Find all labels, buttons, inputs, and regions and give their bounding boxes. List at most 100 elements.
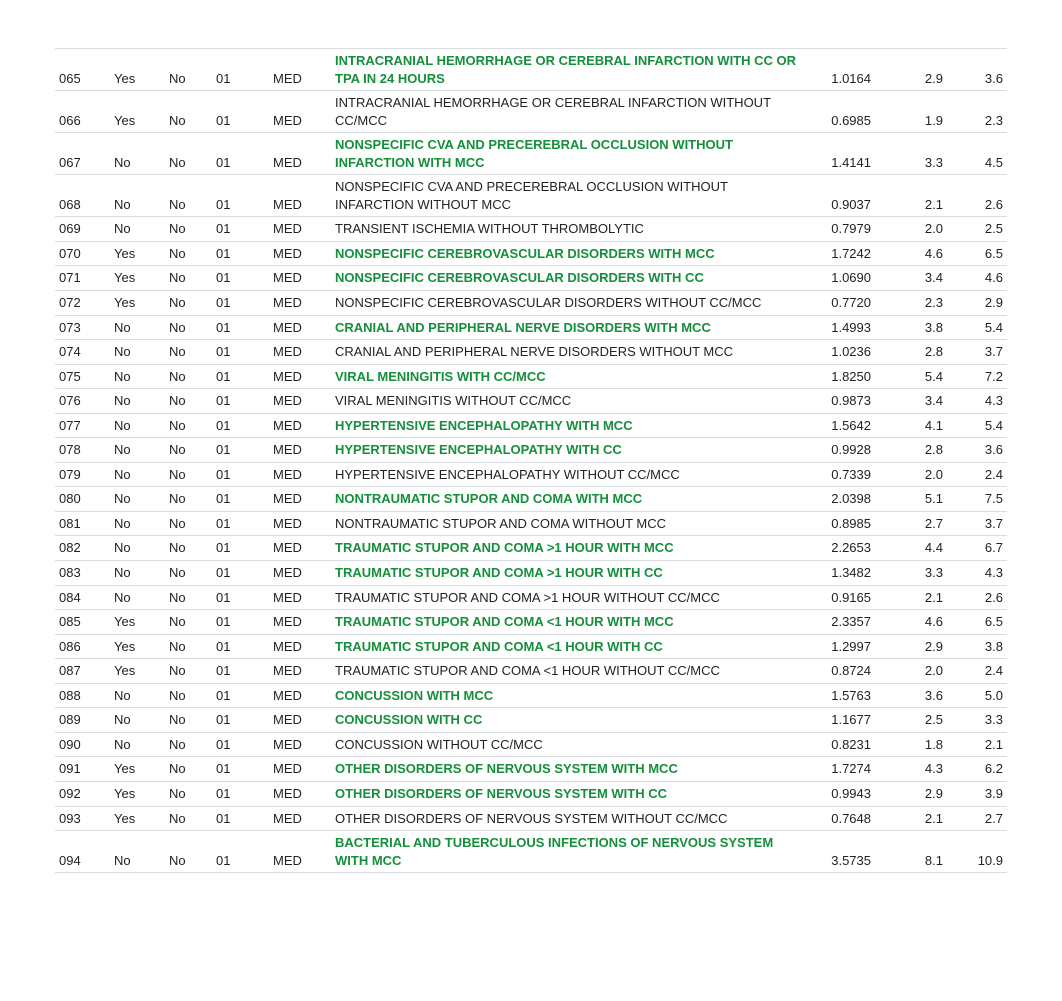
table-row: 077NoNo01MEDHYPERTENSIVE ENCEPHALOPATHY …	[55, 413, 1007, 438]
pmdc-cell: Yes	[110, 241, 165, 266]
weight-cell: 1.0690	[803, 266, 875, 291]
type-cell: MED	[269, 413, 331, 438]
gmlos-cell: 1.9	[875, 91, 947, 133]
pmdc-cell: No	[110, 585, 165, 610]
amlos-cell: 2.7	[947, 806, 1007, 831]
mdc-cell: 01	[212, 291, 269, 316]
type-cell: MED	[269, 364, 331, 389]
weight-cell: 0.7979	[803, 217, 875, 242]
amlos-cell: 4.3	[947, 561, 1007, 586]
amlos-cell: 3.6	[947, 49, 1007, 91]
gmlos-cell: 4.6	[875, 241, 947, 266]
pmdc-cell: Yes	[110, 49, 165, 91]
amlos-cell: 4.3	[947, 389, 1007, 414]
pmdc-cell: No	[110, 708, 165, 733]
table-row: 073NoNo01MEDCRANIAL AND PERIPHERAL NERVE…	[55, 315, 1007, 340]
title-cell: CRANIAL AND PERIPHERAL NERVE DISORDERS W…	[331, 340, 803, 365]
mdc-cell: 01	[212, 133, 269, 175]
title-cell: NONSPECIFIC CEREBROVASCULAR DISORDERS WI…	[331, 241, 803, 266]
spec-cell: No	[165, 536, 212, 561]
gmlos-cell: 2.1	[875, 175, 947, 217]
title-cell: OTHER DISORDERS OF NERVOUS SYSTEM WITH M…	[331, 757, 803, 782]
spec-cell: No	[165, 217, 212, 242]
title-cell: NONSPECIFIC CVA AND PRECEREBRAL OCCLUSIO…	[331, 175, 803, 217]
gmlos-cell: 2.3	[875, 291, 947, 316]
type-cell: MED	[269, 217, 331, 242]
amlos-cell: 2.4	[947, 462, 1007, 487]
type-cell: MED	[269, 291, 331, 316]
spec-cell: No	[165, 831, 212, 873]
type-cell: MED	[269, 511, 331, 536]
table-row: 071YesNo01MEDNONSPECIFIC CEREBROVASCULAR…	[55, 266, 1007, 291]
title-cell: OTHER DISORDERS OF NERVOUS SYSTEM WITHOU…	[331, 806, 803, 831]
title-cell: CRANIAL AND PERIPHERAL NERVE DISORDERS W…	[331, 315, 803, 340]
mdc-cell: 01	[212, 49, 269, 91]
drg-cell: 074	[55, 340, 110, 365]
spec-cell: No	[165, 175, 212, 217]
table-row: 087YesNo01MEDTRAUMATIC STUPOR AND COMA <…	[55, 659, 1007, 684]
amlos-cell: 2.6	[947, 585, 1007, 610]
weight-cell: 0.7648	[803, 806, 875, 831]
amlos-cell: 2.4	[947, 659, 1007, 684]
title-cell: NONSPECIFIC CEREBROVASCULAR DISORDERS WI…	[331, 291, 803, 316]
gmlos-cell: 2.9	[875, 781, 947, 806]
title-cell: TRAUMATIC STUPOR AND COMA >1 HOUR WITH M…	[331, 536, 803, 561]
table-row: 074NoNo01MEDCRANIAL AND PERIPHERAL NERVE…	[55, 340, 1007, 365]
title-cell: INTRACRANIAL HEMORRHAGE OR CEREBRAL INFA…	[331, 91, 803, 133]
mdc-cell: 01	[212, 536, 269, 561]
weight-cell: 1.7274	[803, 757, 875, 782]
pmdc-cell: No	[110, 561, 165, 586]
type-cell: MED	[269, 732, 331, 757]
title-cell: TRANSIENT ISCHEMIA WITHOUT THROMBOLYTIC	[331, 217, 803, 242]
mdc-cell: 01	[212, 585, 269, 610]
gmlos-cell: 1.8	[875, 732, 947, 757]
gmlos-cell: 5.4	[875, 364, 947, 389]
gmlos-cell: 2.0	[875, 217, 947, 242]
weight-cell: 0.6985	[803, 91, 875, 133]
table-row: 082NoNo01MEDTRAUMATIC STUPOR AND COMA >1…	[55, 536, 1007, 561]
drg-cell: 073	[55, 315, 110, 340]
title-cell: NONTRAUMATIC STUPOR AND COMA WITH MCC	[331, 487, 803, 512]
pmdc-cell: Yes	[110, 610, 165, 635]
gmlos-cell: 5.1	[875, 487, 947, 512]
title-cell: TRAUMATIC STUPOR AND COMA >1 HOUR WITHOU…	[331, 585, 803, 610]
weight-cell: 1.0236	[803, 340, 875, 365]
amlos-cell: 3.7	[947, 340, 1007, 365]
spec-cell: No	[165, 364, 212, 389]
drg-cell: 094	[55, 831, 110, 873]
amlos-cell: 2.5	[947, 217, 1007, 242]
mdc-cell: 01	[212, 511, 269, 536]
spec-cell: No	[165, 462, 212, 487]
amlos-cell: 10.9	[947, 831, 1007, 873]
gmlos-cell: 2.0	[875, 462, 947, 487]
type-cell: MED	[269, 561, 331, 586]
spec-cell: No	[165, 610, 212, 635]
type-cell: MED	[269, 536, 331, 561]
type-cell: MED	[269, 462, 331, 487]
weight-cell: 3.5735	[803, 831, 875, 873]
type-cell: MED	[269, 315, 331, 340]
mdc-cell: 01	[212, 487, 269, 512]
type-cell: MED	[269, 610, 331, 635]
amlos-cell: 5.4	[947, 315, 1007, 340]
table-row: 088NoNo01MEDCONCUSSION WITH MCC1.57633.6…	[55, 683, 1007, 708]
gmlos-cell: 2.7	[875, 511, 947, 536]
mdc-cell: 01	[212, 438, 269, 463]
type-cell: MED	[269, 133, 331, 175]
mdc-cell: 01	[212, 757, 269, 782]
mdc-cell: 01	[212, 175, 269, 217]
drg-cell: 086	[55, 634, 110, 659]
pmdc-cell: Yes	[110, 291, 165, 316]
table-row: 090NoNo01MEDCONCUSSION WITHOUT CC/MCC0.8…	[55, 732, 1007, 757]
table-row: 084NoNo01MEDTRAUMATIC STUPOR AND COMA >1…	[55, 585, 1007, 610]
gmlos-cell: 3.4	[875, 266, 947, 291]
table-row: 070YesNo01MEDNONSPECIFIC CEREBROVASCULAR…	[55, 241, 1007, 266]
weight-cell: 1.4993	[803, 315, 875, 340]
drg-cell: 087	[55, 659, 110, 684]
weight-cell: 0.9943	[803, 781, 875, 806]
weight-cell: 0.9165	[803, 585, 875, 610]
amlos-cell: 3.7	[947, 511, 1007, 536]
pmdc-cell: No	[110, 315, 165, 340]
gmlos-cell: 2.5	[875, 708, 947, 733]
weight-cell: 0.7720	[803, 291, 875, 316]
